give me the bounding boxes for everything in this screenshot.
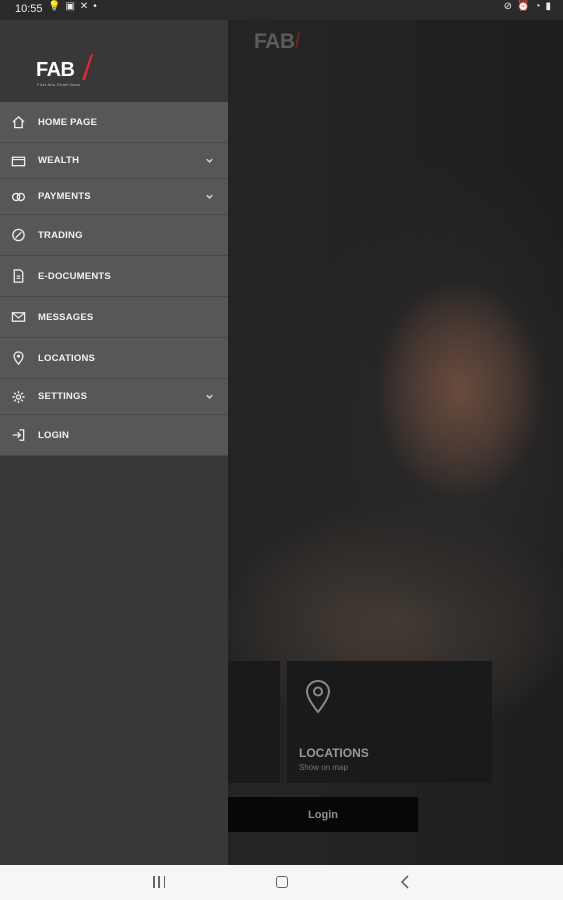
- navigation-drawer: FAB First Abu Dhabi Bank HOME PAGE WEALT…: [0, 20, 228, 865]
- mute-icon: ⊘: [503, 1, 512, 12]
- background-tile[interactable]: [228, 661, 280, 783]
- locations-tile-subtitle: Show on map: [299, 763, 348, 772]
- drawer-header: FAB First Abu Dhabi Bank: [0, 20, 228, 102]
- system-navigation-bar: [0, 865, 563, 900]
- chevron-down-icon: [206, 194, 213, 199]
- menu-label: TRADING: [38, 229, 83, 241]
- menu-item-locations[interactable]: LOCATIONS: [0, 338, 228, 379]
- locations-tile-title: LOCATIONS: [299, 746, 369, 760]
- drawer-menu: HOME PAGE WEALTH PAYMENTS TRADING E-DOCU…: [0, 102, 228, 456]
- home-button-icon[interactable]: [276, 876, 288, 888]
- menu-label: SETTINGS: [38, 391, 88, 402]
- document-icon: [13, 269, 24, 283]
- locations-tile[interactable]: LOCATIONS Show on map: [287, 661, 492, 783]
- menu-item-messages[interactable]: MESSAGES: [0, 297, 228, 338]
- chevron-down-icon: [206, 158, 213, 163]
- location-icon: [13, 351, 24, 366]
- cash-icon: [11, 192, 26, 201]
- trading-icon: [12, 228, 25, 242]
- menu-label: E-DOCUMENTS: [38, 270, 111, 282]
- menu-item-payments[interactable]: PAYMENTS: [0, 179, 228, 215]
- menu-item-home[interactable]: HOME PAGE: [0, 102, 228, 143]
- alarm-icon: ⏰: [516, 1, 530, 12]
- tools-icon: ✕: [79, 1, 89, 12]
- brand-tagline: First Abu Dhabi Bank: [37, 82, 81, 87]
- mail-icon: [11, 312, 26, 322]
- dot-icon: •: [93, 1, 97, 12]
- menu-label: MESSAGES: [38, 311, 94, 323]
- menu-item-e-documents[interactable]: E-DOCUMENTS: [0, 256, 228, 297]
- background-logo: FAB/: [254, 30, 300, 53]
- brand-logo: FAB: [36, 59, 75, 81]
- menu-label: PAYMENTS: [38, 191, 91, 202]
- home-icon: [12, 115, 25, 129]
- login-icon: [12, 429, 25, 441]
- status-bar: 10:55 💡 ▣ ✕ • ⊘ ⏰ ◔ ▮: [0, 0, 563, 20]
- menu-item-login[interactable]: LOGIN: [0, 415, 228, 456]
- wallet-icon: [11, 156, 26, 166]
- chevron-down-icon: [206, 394, 213, 399]
- logo-slash-icon: [82, 54, 93, 80]
- wifi-icon: ◔: [534, 1, 541, 12]
- location-pin-icon: [305, 679, 331, 714]
- gear-icon: [12, 390, 25, 403]
- login-button[interactable]: Login: [228, 797, 418, 832]
- menu-label: LOGIN: [38, 429, 70, 441]
- menu-item-trading[interactable]: TRADING: [0, 215, 228, 256]
- menu-label: HOME PAGE: [38, 116, 98, 128]
- lightbulb-icon: 💡: [48, 1, 61, 12]
- recent-apps-icon[interactable]: [153, 876, 165, 888]
- menu-item-settings[interactable]: SETTINGS: [0, 379, 228, 415]
- battery-icon: ▮: [545, 1, 551, 12]
- menu-label: LOCATIONS: [38, 352, 96, 364]
- back-icon[interactable]: [399, 874, 411, 890]
- menu-label: WEALTH: [38, 155, 80, 166]
- image-icon: ▣: [65, 1, 75, 12]
- menu-item-wealth[interactable]: WEALTH: [0, 143, 228, 179]
- status-time: 10:55: [15, 3, 43, 15]
